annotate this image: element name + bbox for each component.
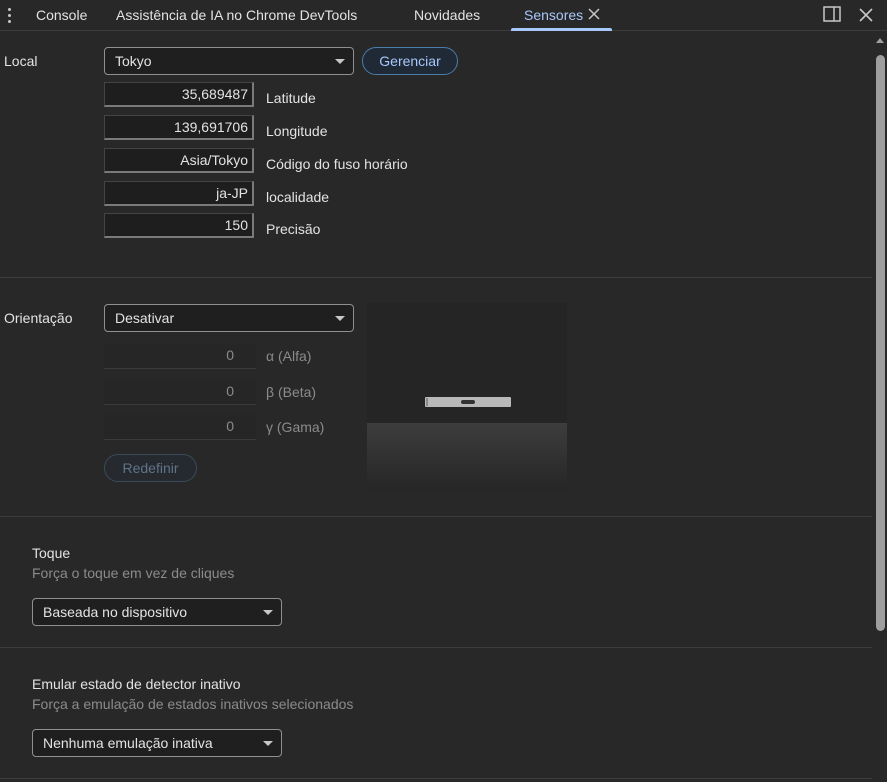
latitude-label: Latitude	[266, 90, 316, 106]
chevron-down-icon	[263, 610, 273, 615]
touch-select[interactable]: Baseada no dispositivo	[32, 598, 282, 626]
close-icon[interactable]	[858, 7, 874, 23]
accuracy-label: Precisão	[266, 221, 321, 237]
locale-label: localidade	[266, 189, 330, 205]
scrollbar-thumb[interactable]	[876, 55, 885, 631]
beta-label: β (Beta)	[266, 384, 317, 400]
tab-whats-new[interactable]: Novidades	[414, 0, 480, 30]
locale-input[interactable]: ja-JP	[104, 181, 254, 206]
kebab-menu-icon[interactable]	[2, 5, 16, 25]
orientation-preview[interactable]	[367, 303, 567, 491]
alpha-label: α (Alfa)	[266, 348, 312, 364]
tab-ai-assistance[interactable]: Assistência de IA no Chrome DevTools	[116, 0, 357, 30]
location-select[interactable]: Tokyo	[104, 47, 354, 75]
tab-sensors[interactable]: Sensores	[524, 0, 583, 30]
orientation-select[interactable]: Desativar	[104, 304, 354, 332]
timezone-input[interactable]: Asia/Tokyo	[104, 148, 254, 173]
section-divider	[0, 778, 872, 779]
idle-select-value: Nenhuma emulação inativa	[43, 735, 213, 751]
alpha-input[interactable]: 0	[104, 344, 256, 369]
touch-subtitle: Força o toque em vez de cliques	[32, 565, 235, 581]
reset-button[interactable]: Redefinir	[104, 454, 197, 482]
orientation-preview-floor	[367, 423, 567, 491]
close-icon[interactable]	[587, 7, 601, 21]
timezone-label: Código do fuso horário	[266, 156, 408, 172]
active-tab-indicator	[511, 28, 612, 31]
section-divider	[0, 647, 872, 648]
section-divider	[0, 516, 872, 517]
section-divider	[0, 277, 872, 278]
orientation-select-value: Desativar	[115, 310, 175, 326]
longitude-input[interactable]: 139,691706	[104, 115, 254, 140]
touch-select-value: Baseada no dispositivo	[43, 604, 187, 620]
location-select-value: Tokyo	[115, 53, 152, 69]
idle-select[interactable]: Nenhuma emulação inativa	[32, 729, 282, 757]
location-label: Local	[4, 53, 38, 69]
device-phone-icon[interactable]	[425, 397, 511, 407]
chevron-down-icon	[263, 741, 273, 746]
gamma-input[interactable]: 0	[104, 415, 256, 440]
accuracy-input[interactable]: 150	[104, 213, 254, 238]
tab-console[interactable]: Console	[36, 0, 87, 30]
scroll-up-arrow-icon[interactable]	[876, 38, 884, 43]
gamma-label: γ (Gama)	[266, 419, 325, 435]
idle-title: Emular estado de detector inativo	[32, 676, 241, 692]
latitude-input[interactable]: 35,689487	[104, 82, 254, 107]
dock-side-icon[interactable]	[823, 6, 841, 22]
longitude-label: Longitude	[266, 123, 328, 139]
idle-subtitle: Força a emulação de estados inativos sel…	[32, 696, 354, 712]
chevron-down-icon	[335, 316, 345, 321]
orientation-label: Orientação	[4, 310, 73, 326]
touch-title: Toque	[32, 545, 71, 561]
chevron-down-icon	[335, 59, 345, 64]
beta-input[interactable]: 0	[104, 380, 256, 405]
manage-button[interactable]: Gerenciar	[362, 47, 458, 75]
devtools-tab-bar: Console Assistência de IA no Chrome DevT…	[0, 0, 887, 31]
